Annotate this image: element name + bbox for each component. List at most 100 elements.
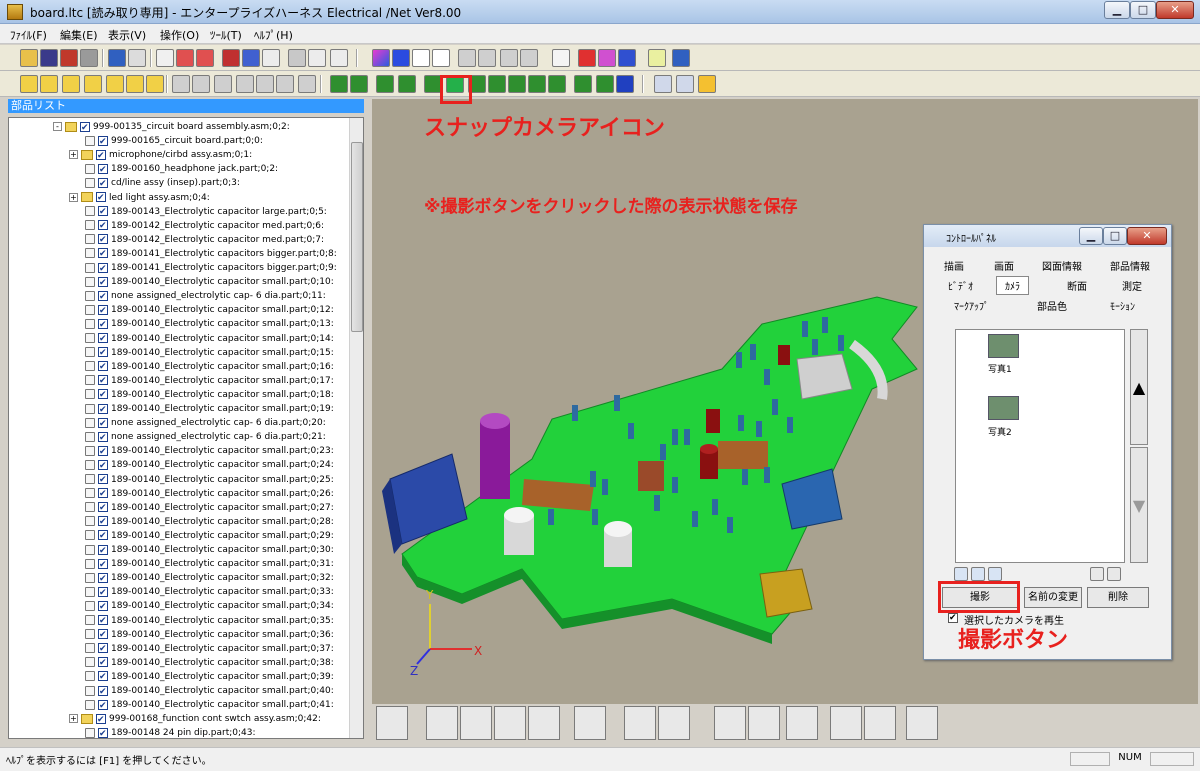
scope-icon[interactable] [488, 75, 506, 93]
tree-row[interactable]: 189-00142_Electrolytic capacitor med.par… [85, 219, 324, 233]
speed-icon[interactable] [618, 49, 636, 67]
maximize-button[interactable]: □ [1130, 1, 1156, 19]
camera-list[interactable]: 写真1 写真2 [955, 329, 1125, 563]
tree-row-checkbox[interactable] [98, 374, 108, 388]
people-icon[interactable] [508, 75, 526, 93]
flag-3-icon[interactable] [214, 75, 232, 93]
tree-row-checkbox[interactable] [98, 346, 108, 360]
play-camera-checkbox[interactable]: ✔ [948, 613, 958, 623]
tree-row-checkbox[interactable] [98, 670, 108, 684]
tree-row-checkbox[interactable] [98, 628, 108, 642]
tree-root-row[interactable]: -999-00135_circuit board assembly.asm;0;… [53, 120, 290, 135]
tree-row-checkbox[interactable] [98, 177, 108, 191]
tree-row-checkbox[interactable] [98, 247, 108, 261]
color-icon[interactable] [616, 75, 634, 93]
delete-x-icon[interactable] [262, 49, 280, 67]
tree-row[interactable]: 189-00140_Electrolytic capacitor small.p… [85, 557, 334, 572]
panel-left-icon[interactable] [376, 75, 394, 93]
save-icon[interactable] [40, 49, 58, 67]
tree-row[interactable]: none assigned_electrolytic cap- 6 dia.pa… [85, 430, 326, 445]
target-icon[interactable] [574, 706, 606, 740]
photo-1-thumb[interactable] [988, 334, 1019, 358]
flag-1-icon[interactable] [172, 75, 190, 93]
tree-row[interactable]: 189-00140_Electrolytic capacitor small.p… [85, 317, 334, 332]
tree-scroll-thumb[interactable] [351, 142, 363, 332]
tree-row-checkbox[interactable] [98, 600, 108, 614]
shade-blue-icon[interactable] [392, 49, 410, 67]
tree-row[interactable]: 189-00140_Electrolytic capacitor small.p… [85, 628, 334, 642]
cube-iso-icon[interactable] [146, 75, 164, 93]
point-red-icon[interactable] [494, 706, 526, 740]
rename-button[interactable]: 名前の変更 [1024, 587, 1082, 608]
tree-row-checkbox[interactable] [80, 121, 90, 135]
tree-row-checkbox[interactable] [98, 219, 108, 233]
tree-row-checkbox[interactable] [98, 473, 108, 487]
back-view-icon[interactable] [552, 49, 570, 67]
tree-row-checkbox[interactable] [98, 304, 108, 318]
tree-row[interactable]: 189-00140_Electrolytic capacitor small.p… [85, 360, 334, 374]
flag-2-icon[interactable] [192, 75, 210, 93]
tree-row-checkbox[interactable] [98, 135, 108, 149]
tree-row-checkbox[interactable] [96, 713, 106, 727]
scroll-down-button[interactable]: ▼ [1130, 447, 1148, 563]
tab-section[interactable]: 断面 [1067, 278, 1087, 293]
tree-row[interactable]: 189-00140_Electrolytic capacitor small.p… [85, 571, 334, 586]
tree-row-checkbox[interactable] [98, 699, 108, 713]
tree-row-checkbox[interactable] [96, 191, 106, 205]
delete-button[interactable]: 削除 [1087, 587, 1149, 608]
cube-bottom-icon[interactable] [126, 75, 144, 93]
tree-row-checkbox[interactable] [98, 332, 108, 346]
tree-row[interactable]: 189-00140_Electrolytic capacitor small.p… [85, 529, 334, 543]
tree-row[interactable]: 189-00140_Electrolytic capacitor small.p… [85, 585, 334, 600]
photo-2-label[interactable]: 写真2 [988, 425, 1012, 438]
tree-row-checkbox[interactable] [98, 388, 108, 402]
arrow-green-icon[interactable] [906, 706, 938, 740]
tree-row[interactable]: 189-00140_Electrolytic capacitor small.p… [85, 374, 334, 388]
view-list-icon[interactable] [954, 567, 968, 581]
tree-row[interactable]: 189-00140_Electrolytic capacitor small.p… [85, 543, 334, 558]
tree-row[interactable]: +999-00168_function cont swtch assy.asm;… [69, 712, 321, 727]
cp-close-button[interactable]: ✕ [1127, 227, 1167, 245]
tree-row[interactable]: 189-00140_Electrolytic capacitor small.p… [85, 303, 334, 318]
menu-edit[interactable]: 編集(E) [60, 27, 98, 43]
flag-6-icon[interactable] [276, 75, 294, 93]
tree-row-checkbox[interactable] [98, 586, 108, 600]
window-icon[interactable] [672, 49, 690, 67]
tree-row-checkbox[interactable] [98, 642, 108, 656]
tree-row-checkbox[interactable] [98, 205, 108, 219]
tree-row-checkbox[interactable] [98, 445, 108, 459]
cube-back-icon[interactable] [40, 75, 58, 93]
flag-5-icon[interactable] [256, 75, 274, 93]
clear-icon[interactable] [698, 75, 716, 93]
pen-erase-icon[interactable] [176, 49, 194, 67]
tab-drawing-info[interactable]: 図面情報 [1042, 258, 1082, 273]
auto-icon[interactable] [578, 49, 596, 67]
tab-markup[interactable]: ﾏｰｸｱｯﾌﾟ [954, 298, 989, 313]
tv-icon[interactable] [648, 49, 666, 67]
list-icon[interactable] [330, 49, 348, 67]
cube-red-icon[interactable] [60, 49, 78, 67]
pick-icon[interactable] [624, 706, 656, 740]
cp-maximize-button[interactable]: □ [1103, 227, 1127, 245]
tree-row-checkbox[interactable] [98, 318, 108, 332]
tab-part-color[interactable]: 部品色 [1037, 298, 1067, 313]
photo-1-label[interactable]: 写真1 [988, 362, 1012, 375]
spin-red-icon[interactable] [528, 706, 560, 740]
tree-row[interactable]: 189-00140_Electrolytic capacitor small.p… [85, 656, 334, 670]
flag-7-icon[interactable] [298, 75, 316, 93]
tree-row-checkbox[interactable] [98, 515, 108, 529]
tree-row[interactable]: 189-00148 24 pin dip.part;0;43: [85, 726, 256, 738]
flag-4-icon[interactable] [236, 75, 254, 93]
tree-row-checkbox[interactable] [98, 544, 108, 558]
tree-row[interactable]: 189-00140_Electrolytic capacitor small.p… [85, 402, 334, 417]
cube-front-icon[interactable] [20, 75, 38, 93]
cube-right-icon[interactable] [84, 75, 102, 93]
board-icon[interactable] [350, 75, 368, 93]
tree-row[interactable]: 189-00141_Electrolytic capacitors bigger… [85, 261, 337, 276]
tree-row[interactable]: 189-00140_Electrolytic capacitor small.p… [85, 670, 334, 684]
tree-row[interactable]: 189-00140_Electrolytic capacitor small.p… [85, 614, 334, 628]
tree-row-checkbox[interactable] [98, 360, 108, 374]
image-icon[interactable] [654, 75, 672, 93]
section-icon[interactable] [830, 706, 862, 740]
view-large-icon[interactable] [988, 567, 1002, 581]
